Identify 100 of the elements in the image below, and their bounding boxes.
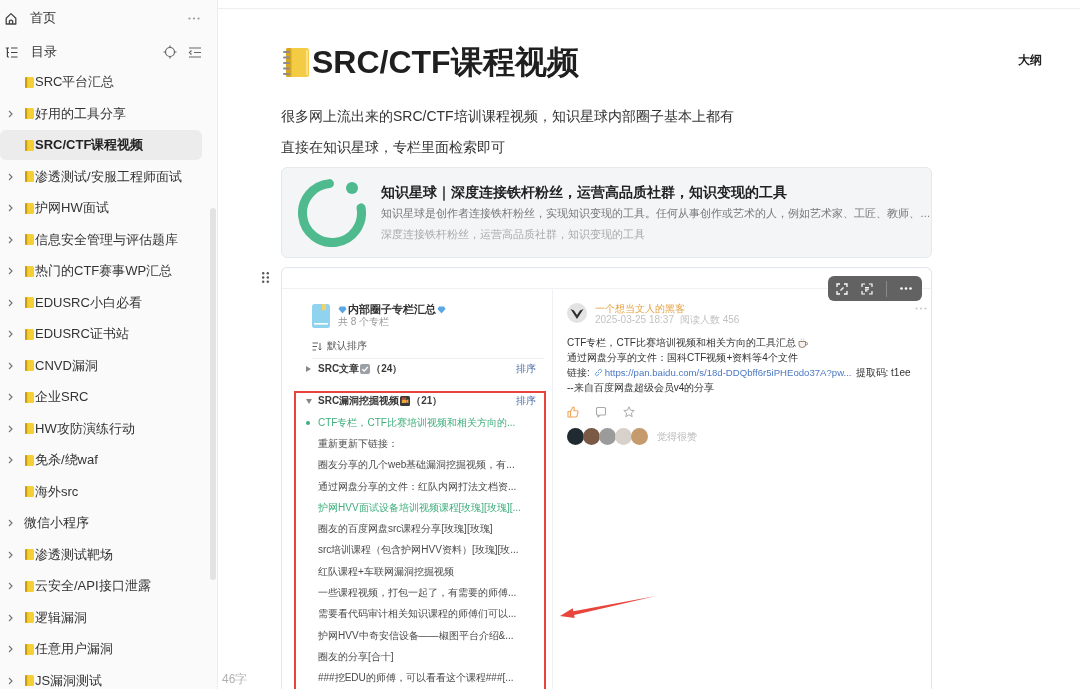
list-item[interactable]: 圈友的分享[合十] — [306, 646, 536, 668]
sidebar-item[interactable]: 渗透测试/安服工程师面试 — [0, 161, 202, 192]
diamond-icon — [338, 305, 347, 314]
book-icon — [312, 303, 330, 328]
sidebar-item[interactable]: 微信小程序 — [0, 508, 202, 538]
sidebar-item[interactable]: EDUSRC小白必看 — [0, 287, 202, 318]
thumbs-up-icon[interactable] — [567, 406, 579, 418]
chevron-icon[interactable] — [8, 109, 13, 118]
chevron-icon[interactable] — [8, 172, 13, 181]
notebook-icon — [25, 580, 34, 592]
sidebar-item[interactable]: 逻辑漏洞 — [0, 602, 202, 633]
column-list-title: 内部圈子专栏汇总 — [348, 303, 436, 316]
list-item[interactable]: ###挖EDU的师傅，可以看看这个课程###[... — [306, 667, 536, 689]
notebook-icon — [25, 234, 34, 245]
sidebar-item[interactable]: SRC平台汇总 — [0, 67, 202, 97]
notebook-icon — [25, 76, 34, 88]
column-count: 共 8 个专栏 — [338, 316, 390, 328]
list-item[interactable]: src培训课程（包含护网HVV资料）[玫瑰][玫... — [306, 539, 536, 562]
sidebar-item[interactable]: 海外src — [0, 476, 202, 507]
sidebar-item[interactable]: 免杀/绕waf — [0, 445, 202, 475]
locate-icon[interactable] — [163, 45, 177, 59]
sort-option[interactable]: 默认排序 — [312, 338, 367, 354]
card-title: 知识星球｜深度连接铁杆粉丝，运营高品质社群，知识变现的工具 — [381, 182, 787, 202]
chevron-icon[interactable] — [8, 676, 13, 685]
page-title: SRC/CTF课程视频 — [312, 43, 579, 82]
list-item[interactable]: 护网HVV中奇安信设备——椒图平台介绍&... — [306, 624, 536, 647]
notebook-icon — [25, 139, 34, 151]
sidebar-item[interactable]: 渗透测试靶场 — [0, 539, 202, 570]
notebook-icon — [25, 391, 34, 403]
sort-link[interactable]: 排序 — [516, 394, 536, 408]
caret-right-icon[interactable] — [306, 366, 311, 372]
toc-nav-item[interactable]: 目录 — [5, 37, 163, 67]
sidebar-item[interactable]: 热门的CTF赛事WP汇总 — [0, 256, 202, 286]
link-icon — [593, 368, 603, 377]
sidebar-item[interactable]: 好用的工具分享 — [0, 98, 202, 129]
list-item[interactable]: 重新更新下链接： — [306, 433, 536, 455]
chevron-icon[interactable] — [8, 267, 13, 275]
notebook-icon — [25, 171, 34, 182]
notebook-icon — [25, 360, 34, 371]
collapse-icon[interactable] — [188, 46, 202, 58]
list-item[interactable]: 一些课程视频，打包一起了，有需要的师傅... — [306, 582, 536, 604]
link-card[interactable]: 知识星球｜深度连接铁杆粉丝，运营高品质社群，知识变现的工具 知识星球是创作者连接铁杆粉丝，实现知识变现的工具。任何从事创作或艺术的人，例如艺术家、工匠、教师、… 深度连接铁杆粉丝，运营高品质社群，知识变现的工具 — [281, 167, 932, 258]
sidebar-item[interactable]: 任意用户漏洞 — [0, 634, 202, 664]
paragraph: 直接在知识星球，专栏里面检索即可 — [281, 138, 505, 157]
notebook-icon — [25, 549, 34, 560]
item-count: （24） — [371, 362, 403, 376]
more-icon — [900, 287, 912, 290]
sidebar-item[interactable]: EDUSRC证书站 — [0, 319, 202, 349]
list-item[interactable]: 红队课程+车联网漏洞挖掘视频 — [306, 561, 536, 583]
star-icon[interactable] — [623, 406, 635, 418]
notebook-icon — [25, 423, 34, 434]
chevron-icon[interactable] — [8, 456, 13, 464]
comment-icon[interactable] — [595, 406, 607, 418]
paragraph: 很多网上流出来的SRC/CTF培训课程视频，知识星球内部圈子基本上都有 — [281, 107, 734, 126]
caret-down-icon[interactable] — [306, 398, 312, 404]
chevron-icon[interactable] — [8, 393, 13, 401]
section-title[interactable]: SRC文章 — [318, 362, 360, 376]
post-text: 通过网盘分享的文件：国科CTF视频+资料等4个文件 — [567, 350, 798, 365]
notebook-icon — [25, 265, 34, 277]
outline-button[interactable]: 大纲 — [1018, 52, 1042, 68]
card-subtitle: 深度连接铁杆粉丝，运营高品质社群，知识变现的工具 — [381, 226, 645, 242]
section-title[interactable]: SRC漏洞挖掘视频 — [318, 394, 400, 408]
list-item[interactable]: 圈友的百度网盘src课程分享[玫瑰][玫瑰] — [306, 518, 536, 540]
more-icon[interactable] — [188, 16, 200, 20]
sidebar-item[interactable]: SRC/CTF课程视频 — [0, 130, 202, 160]
sidebar-item[interactable]: JS漏洞测试 — [0, 665, 202, 689]
sort-link[interactable]: 排序 — [516, 362, 536, 376]
chevron-icon[interactable] — [8, 330, 13, 338]
sidebar-item[interactable]: CNVD漏洞 — [0, 350, 202, 381]
sidebar-item[interactable]: 云安全/API接口泄露 — [0, 571, 202, 601]
chevron-icon[interactable] — [8, 298, 13, 307]
home-nav-item[interactable]: 首页 — [5, 3, 188, 33]
notebook-icon — [25, 675, 34, 686]
list-item[interactable]: 圈友分享的几个web基础漏洞挖掘视频，有... — [306, 454, 536, 476]
chevron-icon[interactable] — [8, 361, 13, 370]
chevron-icon[interactable] — [8, 582, 13, 590]
notebook-icon — [25, 486, 34, 497]
chevron-icon[interactable] — [8, 204, 13, 212]
home-icon — [5, 11, 17, 25]
scan-text-icon — [861, 282, 873, 295]
link-label: 链接: — [567, 365, 590, 380]
link[interactable]: https://pan.baidu.com/s/18d-DDQbff6r5iPHEodo37A?pw... — [593, 367, 852, 378]
drag-handle-icon[interactable] — [262, 272, 269, 283]
sidebar-item[interactable]: 企业SRC — [0, 382, 202, 412]
chevron-icon[interactable] — [8, 550, 13, 559]
notebook-icon — [25, 328, 34, 340]
chevron-icon[interactable] — [8, 235, 13, 244]
logo-icon — [298, 178, 366, 247]
chevron-icon[interactable] — [8, 519, 13, 527]
post-text: CTF专栏，CTF比赛培训视频和相关方向的工具汇总 — [567, 335, 796, 350]
chevron-icon[interactable] — [8, 645, 13, 653]
sidebar-item[interactable]: HW攻防演练行动 — [0, 413, 202, 444]
list-item[interactable]: 通过网盘分享的文件：红队内网打法文档资... — [306, 475, 536, 498]
list-item[interactable]: 需要看代码审计相关知识课程的师傅们可以... — [306, 603, 536, 625]
chevron-icon[interactable] — [8, 613, 13, 622]
extraction-code: 提取码: t1ee — [855, 365, 911, 380]
notebook-icon — [25, 297, 34, 308]
sidebar-item[interactable]: 信息安全管理与评估题库 — [0, 224, 202, 255]
sidebar-item[interactable]: 护网HW面试 — [0, 193, 202, 223]
chevron-icon[interactable] — [8, 424, 13, 433]
